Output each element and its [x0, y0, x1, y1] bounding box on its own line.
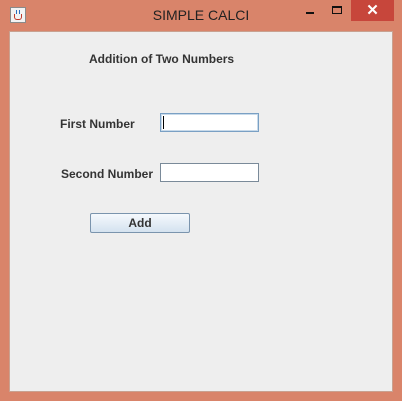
second-number-input[interactable] [160, 163, 259, 182]
first-number-input[interactable] [160, 113, 259, 132]
close-icon: ✕ [366, 2, 379, 19]
app-window: SIMPLE CALCI ✕ Addition of Two Numbers F… [0, 0, 402, 401]
minimize-icon [306, 12, 314, 14]
close-button[interactable]: ✕ [351, 0, 394, 21]
title-bar[interactable]: SIMPLE CALCI ✕ [0, 0, 402, 31]
maximize-button[interactable] [324, 0, 350, 21]
first-number-label: First Number [60, 117, 135, 131]
form-panel: Addition of Two Numbers First Number Sec… [9, 31, 393, 392]
form-heading: Addition of Two Numbers [89, 52, 235, 66]
maximize-icon [332, 6, 342, 14]
text-caret [163, 116, 164, 129]
add-button[interactable]: Add [90, 213, 190, 233]
minimize-button[interactable] [296, 0, 324, 21]
second-number-label: Second Number [61, 167, 154, 181]
